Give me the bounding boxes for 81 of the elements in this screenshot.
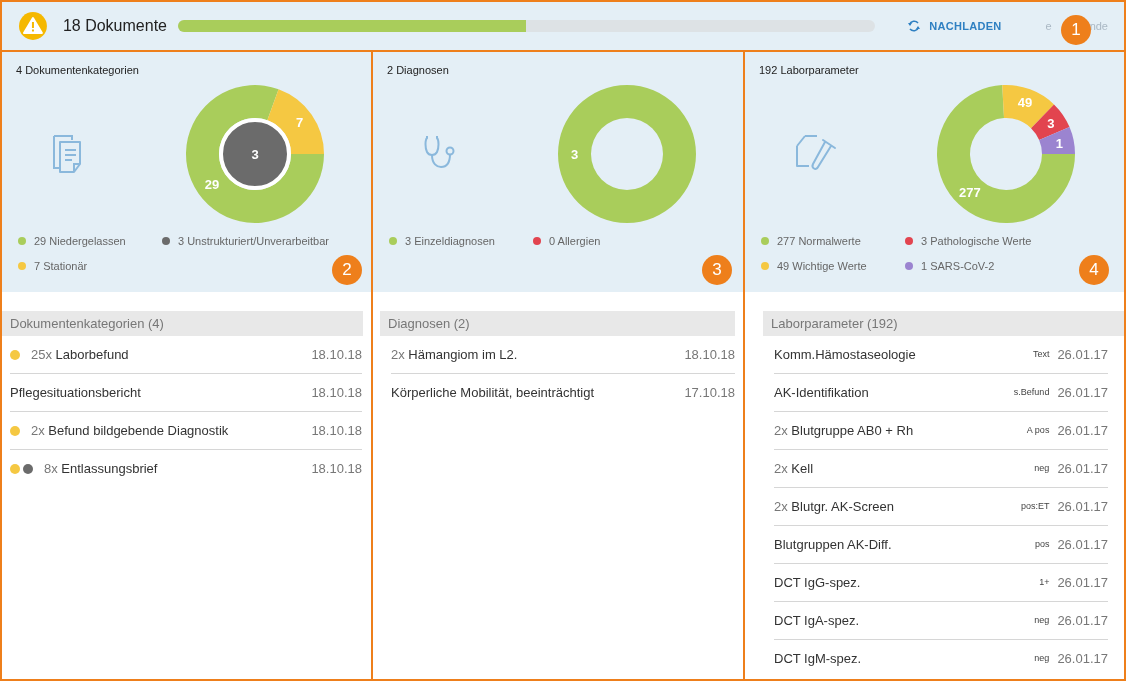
row-date: 18.10.18: [311, 345, 362, 364]
list-row[interactable]: 2x Befund bildgebende Diagnostik 18.10.18: [10, 412, 362, 450]
row-label: Blutgruppen AK-Diff.: [774, 535, 892, 554]
row-date: 26.01.17: [1057, 535, 1108, 554]
reload-button[interactable]: NACHLADEN: [907, 17, 1002, 35]
row-label: 2x Blutgruppe AB0 + Rh: [774, 421, 914, 440]
segment-value: 49: [1017, 94, 1033, 110]
row-label: 25x Laborbefund: [31, 345, 129, 364]
list-row[interactable]: Blutgruppen AK-Diff. pos 26.01.17: [774, 526, 1108, 564]
result-value: neg: [1034, 461, 1050, 475]
result-value: A pos: [1026, 423, 1050, 437]
segment-value: 29: [204, 176, 220, 192]
result-value: neg: [1034, 652, 1050, 666]
panel-title: 2 Diagnosen: [387, 63, 450, 78]
list-row[interactable]: 2x Kell neg 26.01.17: [774, 450, 1108, 488]
panel-title: 192 Laborparameter: [759, 63, 860, 78]
list-row[interactable]: Komm.Hämostaseologie Text 26.01.17: [774, 336, 1108, 374]
list-row[interactable]: 2x Hämangiom im L2. 18.10.18: [391, 336, 735, 374]
list-row[interactable]: 2x Blutgr. AK-Screen pos:ET 26.01.17: [774, 488, 1108, 526]
row-date: 26.01.17: [1057, 383, 1108, 402]
legend-label: 0 Allergien: [549, 233, 601, 249]
row-date: 26.01.17: [1057, 497, 1108, 516]
row-label: 2x Blutgr. AK-Screen: [774, 497, 894, 516]
row-date: 26.01.17: [1057, 573, 1108, 592]
segment-value: 3: [251, 146, 259, 161]
segment-value: 3: [1047, 115, 1055, 131]
list-row[interactable]: 25x Laborbefund 18.10.18: [10, 336, 362, 374]
row-date: 18.10.18: [684, 345, 735, 364]
segment-value: 3: [570, 146, 579, 161]
row-label: 2x Befund bildgebende Diagnostik: [31, 421, 229, 440]
row-date: 26.01.17: [1057, 459, 1108, 478]
result-value: pos: [1034, 537, 1050, 551]
list-row[interactable]: DCT IgG-spez. 1+ 26.01.17: [774, 564, 1108, 602]
row-label: DCT IgG-spez.: [774, 573, 861, 592]
panel-title: 4 Dokumentenkategorien: [16, 63, 140, 78]
segment-value: 7: [296, 114, 304, 130]
result-value: s.Befund: [1013, 385, 1050, 399]
legend-label: 277 Normalwerte: [777, 233, 861, 249]
result-value: 1+: [1039, 575, 1050, 589]
row-date: 18.10.18: [311, 421, 362, 440]
row-label: 2x Kell: [774, 459, 814, 478]
list-header: Diagnosen (2): [380, 311, 735, 336]
list-row[interactable]: 2x Blutgruppe AB0 + Rh A pos 26.01.17: [774, 412, 1108, 450]
row-label: 8x Entlassungsbrief: [44, 460, 158, 479]
segment-value: 1: [1055, 135, 1064, 151]
legend-label: 29 Niedergelassen: [34, 233, 126, 249]
document-count: 18 Dokumente: [62, 16, 168, 36]
list-row[interactable]: Pflegesituationsbericht 18.10.18: [10, 374, 362, 412]
result-value: pos:ET: [1020, 499, 1050, 513]
legend-label: 3 Unstrukturiert/Unverarbeitbar: [178, 233, 329, 249]
legend-label: 3 Pathologische Werte: [921, 233, 1032, 249]
legend-label: 3 Einzeldiagnosen: [405, 233, 495, 249]
row-label: AK-Identifikation: [774, 383, 869, 402]
list-row[interactable]: Körperliche Mobilität, beeinträchtigt 17.10.18: [391, 374, 735, 412]
row-date: 18.10.18: [311, 460, 362, 479]
list-row[interactable]: DCT IgA-spez. neg 26.01.17: [774, 602, 1108, 640]
row-date: 26.01.17: [1057, 345, 1108, 364]
legend-label: 1 SARS-CoV-2: [921, 259, 995, 274]
row-label: 2x Hämangiom im L2.: [391, 345, 518, 364]
list-header: Laborparameter (192): [763, 311, 1124, 336]
result-value: Text: [1032, 347, 1050, 361]
row-label: DCT IgM-spez.: [774, 650, 862, 669]
list-row[interactable]: 8x Entlassungsbrief 18.10.18: [10, 450, 362, 488]
reload-icon: [907, 19, 922, 33]
row-label: Komm.Hämostaseologie: [774, 345, 916, 364]
row-date: 17.10.18: [684, 384, 735, 403]
segment-value: 277: [959, 184, 981, 200]
list-header: Dokumentenkategorien (4): [2, 311, 363, 336]
row-label: Pflegesituationsbericht: [10, 383, 141, 402]
row-date: 26.01.17: [1057, 421, 1108, 440]
row-date: 18.10.18: [311, 383, 362, 402]
row-label: DCT IgA-spez.: [774, 611, 859, 630]
legend-label: 7 Stationär: [34, 259, 88, 274]
row-date: 26.01.17: [1057, 611, 1108, 630]
legend-label: 49 Wichtige Werte: [777, 259, 867, 274]
result-value: neg: [1034, 613, 1050, 627]
row-date: 26.01.17: [1057, 650, 1108, 669]
list-row[interactable]: DCT IgM-spez. neg 26.01.17: [774, 640, 1108, 678]
row-label: Körperliche Mobilität, beeinträchtigt: [391, 384, 595, 403]
list-row[interactable]: AK-Identifikation s.Befund 26.01.17: [774, 374, 1108, 412]
warning-icon: [19, 12, 47, 40]
